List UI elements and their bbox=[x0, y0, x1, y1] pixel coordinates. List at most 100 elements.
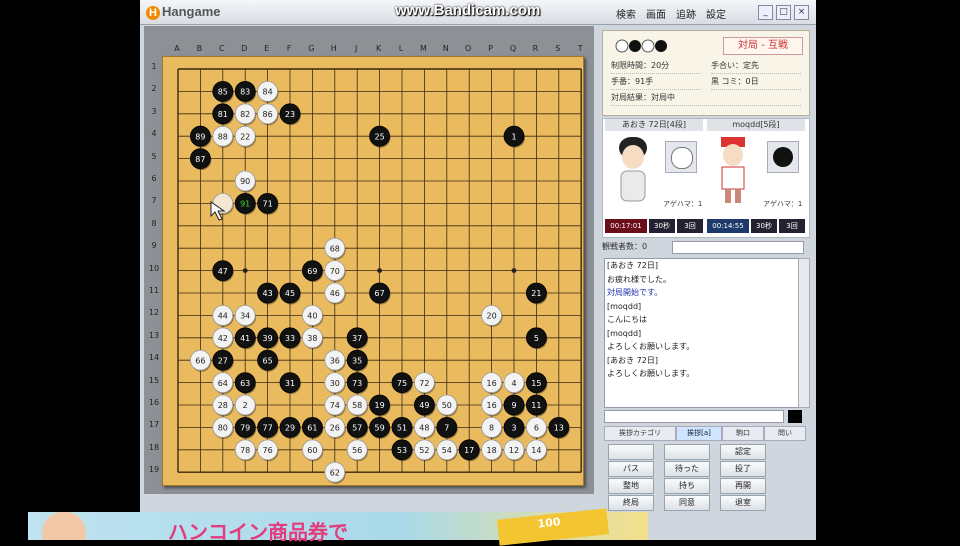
stone-white[interactable]: 72 bbox=[413, 372, 436, 395]
stone-white[interactable]: 64 bbox=[212, 372, 234, 395]
stone-white[interactable]: 82 bbox=[234, 103, 257, 126]
action-button[interactable]: 整地 bbox=[608, 478, 654, 494]
stone-white[interactable]: 62 bbox=[324, 461, 346, 484]
stone-white[interactable]: 44 bbox=[212, 304, 234, 327]
chat-log[interactable]: [あおき 72日] お疲れ様でした。 対局開始です。 [moqdd] こんにちは [moq… bbox=[604, 258, 800, 408]
stone-white[interactable]: 56 bbox=[346, 439, 369, 462]
stone-white[interactable]: 38 bbox=[301, 327, 324, 350]
close-button[interactable]: × bbox=[794, 5, 809, 20]
stone-black[interactable]: 37 bbox=[346, 327, 369, 350]
stone-black[interactable]: 29 bbox=[279, 416, 301, 439]
stone-black[interactable]: 33 bbox=[279, 327, 301, 350]
tab-greeting[interactable]: 挨拶[a] bbox=[676, 426, 722, 441]
stone-white[interactable]: 70 bbox=[324, 260, 346, 283]
menu-search[interactable]: 検索 bbox=[616, 6, 636, 21]
stone-white[interactable]: 52 bbox=[413, 439, 436, 462]
chat-color-picker[interactable] bbox=[788, 410, 802, 423]
stone-black[interactable]: 35 bbox=[346, 349, 369, 372]
action-button[interactable] bbox=[608, 444, 654, 460]
stone-black[interactable]: 71 bbox=[257, 192, 279, 215]
stone-black[interactable]: 13 bbox=[548, 416, 570, 439]
stone-black[interactable]: 17 bbox=[458, 439, 481, 462]
stone-white[interactable]: 50 bbox=[436, 394, 458, 417]
maximize-button[interactable]: □ bbox=[776, 5, 791, 20]
stone-black[interactable]: 45 bbox=[279, 282, 301, 305]
stone-white[interactable]: 30 bbox=[324, 372, 346, 395]
stone-white[interactable]: 74 bbox=[324, 394, 346, 417]
action-button[interactable]: 持ち bbox=[664, 478, 710, 494]
stone-white[interactable]: 2 bbox=[234, 394, 257, 417]
stone-white[interactable]: 80 bbox=[212, 416, 234, 439]
stone-white[interactable]: 46 bbox=[324, 282, 346, 305]
tab-question[interactable]: 問い bbox=[764, 426, 806, 441]
stone-black[interactable]: 15 bbox=[525, 372, 548, 395]
stone-black[interactable]: 77 bbox=[257, 416, 279, 439]
stone-white[interactable]: 14 bbox=[525, 439, 548, 462]
tab-greeting-category[interactable]: 挨拶カテゴリ bbox=[604, 426, 676, 441]
stone-white[interactable]: 84 bbox=[257, 81, 279, 103]
stone-white[interactable]: 58 bbox=[346, 394, 369, 417]
stone-black[interactable]: 11 bbox=[525, 394, 548, 417]
stone-white[interactable]: 66 bbox=[190, 349, 212, 372]
spectator-select[interactable] bbox=[672, 241, 804, 254]
stone-white[interactable]: 20 bbox=[481, 304, 503, 327]
stone-black[interactable]: 51 bbox=[391, 416, 413, 439]
chat-input[interactable] bbox=[604, 410, 784, 423]
stone-white[interactable]: 54 bbox=[436, 439, 458, 462]
stone-black[interactable]: 1 bbox=[503, 125, 525, 148]
action-button[interactable]: 終局 bbox=[608, 495, 654, 511]
action-button[interactable]: 認定 bbox=[720, 444, 766, 460]
stone-black[interactable]: 87 bbox=[190, 148, 212, 171]
stone-white[interactable]: 76 bbox=[257, 439, 279, 462]
stone-black[interactable]: 5 bbox=[525, 327, 548, 350]
stone-black[interactable]: 23 bbox=[279, 103, 301, 126]
stone-white[interactable]: 4 bbox=[503, 372, 525, 395]
stone-black[interactable]: 89 bbox=[190, 125, 212, 148]
stone-black[interactable]: 59 bbox=[369, 416, 391, 439]
stone-black[interactable]: 67 bbox=[369, 282, 391, 305]
stone-black[interactable]: 49 bbox=[413, 394, 436, 417]
stone-black[interactable]: 25 bbox=[369, 125, 391, 148]
stone-black[interactable]: 27 bbox=[212, 349, 234, 372]
stone-black[interactable]: 65 bbox=[257, 349, 279, 372]
stone-black[interactable]: 43 bbox=[257, 282, 279, 305]
stone-black[interactable]: 9 bbox=[503, 394, 525, 417]
stone-black[interactable]: 31 bbox=[279, 372, 301, 395]
stone-white[interactable]: 90 bbox=[234, 170, 257, 193]
stone-white[interactable]: 68 bbox=[324, 237, 346, 260]
stone-black[interactable]: 53 bbox=[391, 439, 413, 462]
stone-black[interactable]: 69 bbox=[301, 260, 324, 283]
stone-white[interactable]: 60 bbox=[301, 439, 324, 462]
go-board[interactable]: 85 83 84 81 82 86 23 89 88 22 87 90 91 71 25 1 68 47 69 70 4… bbox=[162, 56, 584, 486]
stone-white[interactable]: 16 bbox=[481, 372, 503, 395]
board-grid[interactable]: 85 83 8481 82 86 2389 88 22879091 7125 16847 69 704… bbox=[163, 57, 583, 485]
menu-screen[interactable]: 画面 bbox=[646, 6, 666, 21]
stone-white[interactable]: 42 bbox=[212, 327, 234, 350]
stone-white[interactable]: 22 bbox=[234, 125, 257, 148]
action-button[interactable]: 投了 bbox=[720, 461, 766, 477]
stone-white[interactable]: 12 bbox=[503, 439, 525, 462]
stone-white[interactable]: 18 bbox=[481, 439, 503, 462]
stone-black[interactable]: 61 bbox=[301, 416, 324, 439]
stone-black[interactable]: 75 bbox=[391, 372, 413, 395]
stone-white[interactable]: 78 bbox=[234, 439, 257, 462]
stone-white[interactable]: 48 bbox=[413, 416, 436, 439]
stone-white[interactable]: 16 bbox=[481, 394, 503, 417]
stone-white[interactable]: 6 bbox=[525, 416, 548, 439]
stone-black[interactable]: 79 bbox=[234, 416, 257, 439]
stone-black[interactable]: 81 bbox=[212, 103, 234, 126]
stone-white[interactable]: 28 bbox=[212, 394, 234, 417]
stone-black[interactable]: 91 bbox=[234, 192, 257, 215]
menu-track[interactable]: 追跡 bbox=[676, 6, 696, 21]
stone-black[interactable]: 57 bbox=[346, 416, 369, 439]
stone-black[interactable]: 7 bbox=[436, 416, 458, 439]
stone-white[interactable]: 86 bbox=[257, 103, 279, 126]
stone-black[interactable]: 83 bbox=[234, 81, 257, 103]
stone-black[interactable]: 85 bbox=[212, 81, 234, 103]
tab-koma[interactable]: 駒口 bbox=[722, 426, 764, 441]
action-button[interactable]: 退室 bbox=[720, 495, 766, 511]
stone-white[interactable]: 88 bbox=[212, 125, 234, 148]
action-button[interactable]: 再開 bbox=[720, 478, 766, 494]
stone-black[interactable]: 41 bbox=[234, 327, 257, 350]
stone-black[interactable]: 39 bbox=[257, 327, 279, 350]
